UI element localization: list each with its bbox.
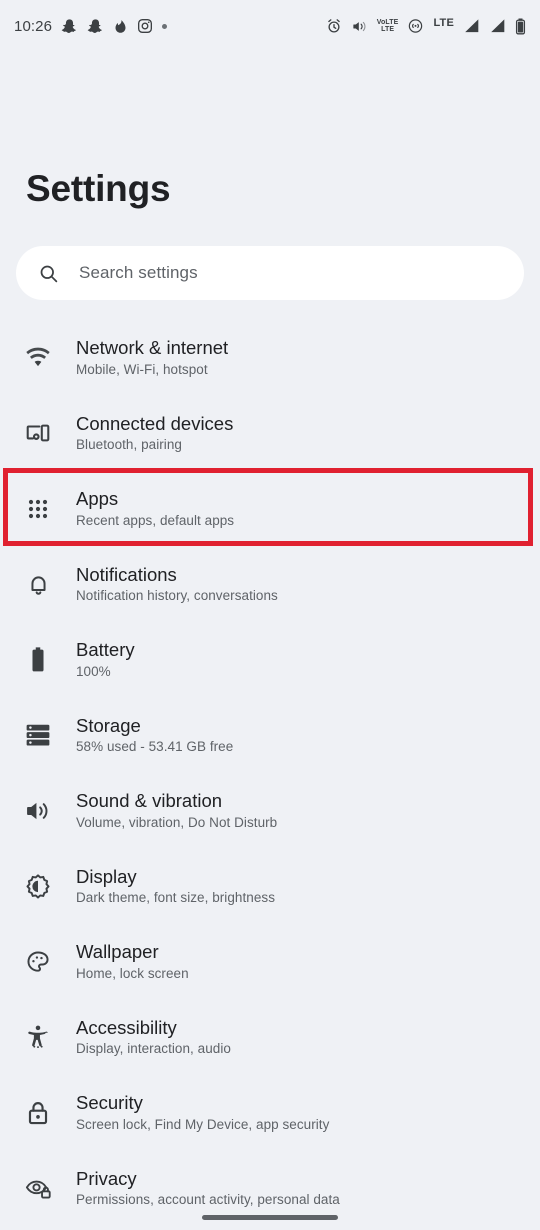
settings-row-subtitle: Dark theme, font size, brightness — [76, 890, 275, 906]
volte-icon: VoLTE LTE — [376, 19, 399, 33]
settings-row-title: Battery — [76, 639, 135, 661]
settings-row-text: Storage 58% used - 53.41 GB free — [76, 714, 234, 755]
settings-row-battery[interactable]: Battery 100% — [0, 622, 540, 698]
bell-icon — [0, 572, 76, 597]
battery-icon — [515, 17, 526, 35]
settings-row-text: Wallpaper Home, lock screen — [76, 941, 189, 981]
settings-row-wallpaper[interactable]: Wallpaper Home, lock screen — [0, 924, 540, 1000]
settings-row-title: Connected devices — [76, 412, 234, 434]
settings-row-notifications[interactable]: Notifications Notification history, conv… — [0, 547, 540, 623]
settings-row-subtitle: Mobile, Wi-Fi, hotspot — [76, 361, 208, 377]
settings-row-title: Wallpaper — [76, 941, 159, 963]
settings-row-apps[interactable]: Apps Recent apps, default apps — [0, 471, 540, 547]
devices-icon — [0, 420, 76, 446]
settings-row-sound-vibration[interactable]: Sound & vibration Volume, vibration, Do … — [0, 773, 540, 849]
settings-row-text: Display Dark theme, font size, brightnes… — [76, 865, 275, 906]
settings-row-text: Connected devices Bluetooth, pairing — [76, 412, 234, 453]
signal-bars-sim2-icon — [489, 18, 506, 34]
settings-row-title: Privacy — [76, 1167, 137, 1189]
wifi-icon — [0, 345, 76, 371]
settings-row-text: Accessibility Display, interaction, audi… — [76, 1016, 231, 1057]
status-bar-left: 10:26 — [14, 17, 168, 35]
volume-icon — [0, 799, 76, 823]
settings-row-title: Notifications — [76, 563, 177, 585]
settings-row-title: Accessibility — [76, 1016, 177, 1038]
vibrate-icon — [351, 19, 368, 34]
eye-lock-icon — [0, 1176, 76, 1200]
settings-list: Network & internet Mobile, Wi-Fi, hotspo… — [0, 320, 540, 1226]
search-input[interactable]: Search settings — [16, 246, 524, 300]
search-icon — [38, 263, 59, 284]
palette-icon — [0, 949, 76, 975]
wifi-calling-icon — [407, 18, 424, 34]
settings-row-subtitle: Display, interaction, audio — [76, 1041, 231, 1057]
settings-row-text: Apps Recent apps, default apps — [76, 488, 235, 528]
dot-indicator-icon — [162, 23, 168, 29]
status-bar-right: VoLTE LTE LTE — [326, 16, 526, 35]
settings-row-text: Security Screen lock, Find My Device, ap… — [76, 1092, 330, 1132]
settings-row-text: Privacy Permissions, account activity, p… — [76, 1167, 340, 1208]
page-title: Settings — [26, 168, 171, 209]
settings-row-subtitle: Volume, vibration, Do Not Disturb — [76, 814, 278, 830]
settings-row-subtitle: Home, lock screen — [76, 965, 189, 981]
alarm-icon — [326, 18, 342, 34]
home-gesture-pill[interactable] — [202, 1215, 338, 1220]
settings-row-subtitle: Notification history, conversations — [76, 588, 278, 604]
settings-row-subtitle: Recent apps, default apps — [76, 512, 235, 528]
settings-row-title: Apps — [76, 488, 119, 510]
battery-icon — [0, 646, 76, 673]
settings-row-subtitle: Screen lock, Find My Device, app securit… — [76, 1116, 330, 1132]
storage-icon — [0, 723, 76, 747]
settings-row-title: Security — [76, 1092, 143, 1114]
settings-row-subtitle: Permissions, account activity, personal … — [76, 1192, 340, 1208]
settings-row-title: Display — [76, 865, 137, 887]
accessibility-icon — [0, 1024, 76, 1050]
apps-grid-icon — [0, 497, 76, 521]
snapchat-icon — [61, 18, 78, 35]
settings-row-title: Storage — [76, 714, 141, 736]
settings-row-title: Network & internet — [76, 337, 229, 359]
settings-row-text: Battery 100% — [76, 639, 135, 679]
settings-row-network-internet[interactable]: Network & internet Mobile, Wi-Fi, hotspo… — [0, 320, 540, 396]
status-clock: 10:26 — [14, 17, 53, 35]
settings-row-text: Network & internet Mobile, Wi-Fi, hotspo… — [76, 337, 229, 377]
settings-row-text: Sound & vibration Volume, vibration, Do … — [76, 790, 278, 830]
tinder-flame-icon — [113, 18, 128, 35]
status-bar: 10:26 VoLTE LTE LTE — [0, 0, 540, 52]
settings-row-storage[interactable]: Storage 58% used - 53.41 GB free — [0, 698, 540, 774]
instagram-icon — [137, 18, 153, 34]
brightness-icon — [0, 873, 76, 899]
settings-row-subtitle: 100% — [76, 663, 111, 679]
settings-row-accessibility[interactable]: Accessibility Display, interaction, audi… — [0, 1000, 540, 1076]
settings-row-display[interactable]: Display Dark theme, font size, brightnes… — [0, 849, 540, 925]
settings-row-text: Notifications Notification history, conv… — [76, 563, 278, 604]
lock-icon — [0, 1100, 76, 1126]
settings-row-subtitle: 58% used - 53.41 GB free — [76, 739, 234, 755]
search-placeholder: Search settings — [79, 263, 198, 282]
settings-row-security[interactable]: Security Screen lock, Find My Device, ap… — [0, 1075, 540, 1151]
settings-row-subtitle: Bluetooth, pairing — [76, 437, 182, 453]
lte-label: LTE — [433, 16, 454, 29]
snapchat-icon — [87, 18, 104, 35]
signal-bars-sim1-icon — [463, 18, 480, 34]
settings-row-connected-devices[interactable]: Connected devices Bluetooth, pairing — [0, 396, 540, 472]
settings-row-title: Sound & vibration — [76, 790, 223, 812]
